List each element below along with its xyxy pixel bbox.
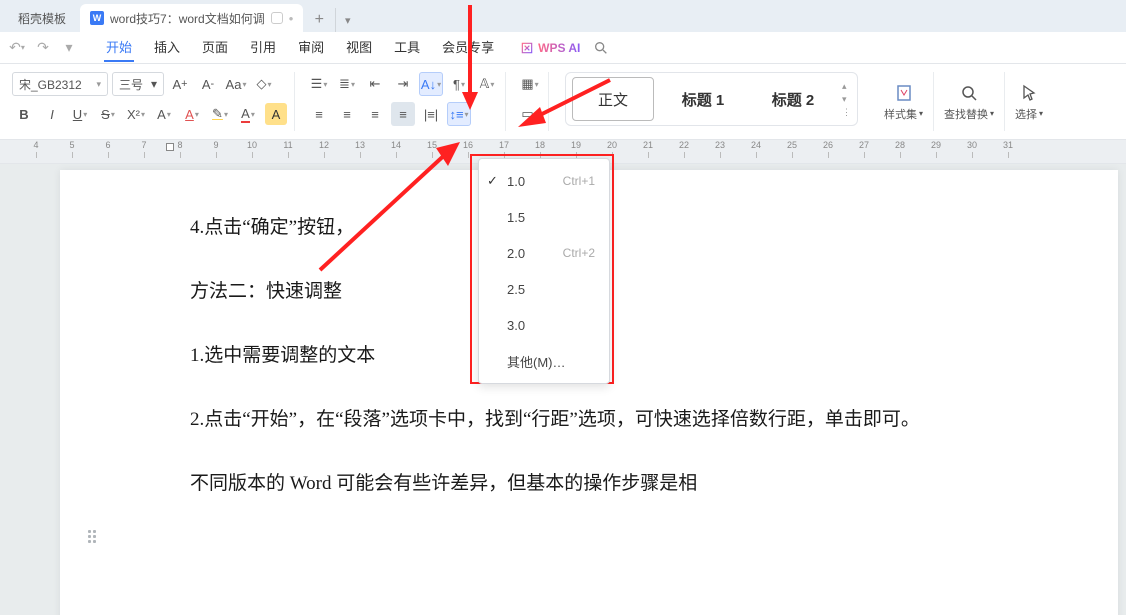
text-direction-button[interactable]: 𝔸▾ <box>475 72 499 96</box>
clear-format-button[interactable]: ◇▾ <box>252 72 276 96</box>
paragraph-mark-button[interactable]: ¶▾ <box>447 72 471 96</box>
bold-button[interactable]: B <box>12 102 36 126</box>
history-controls: ↶▾ ↷ ▾ <box>6 37 100 59</box>
word-doc-icon: W <box>90 11 104 25</box>
tab-bar: 稻壳模板 W word技巧7：word文档如何调 • + ▾ <box>0 0 1126 32</box>
sort-button[interactable]: A↓▾ <box>419 72 443 96</box>
menu-插入[interactable]: 插入 <box>152 33 182 62</box>
wps-ai-button[interactable]: WPS AI <box>520 41 580 55</box>
style-gallery[interactable]: 正文 标题 1 标题 2 ▴ ▾ ⋮ <box>565 72 858 126</box>
menu-审阅[interactable]: 审阅 <box>296 33 326 62</box>
number-list-button[interactable]: ≣▾ <box>335 72 359 96</box>
style-heading2[interactable]: 标题 2 <box>752 77 834 121</box>
superscript-button[interactable]: X²▾ <box>124 102 148 126</box>
tab-document[interactable]: W word技巧7：word文档如何调 • <box>80 4 303 32</box>
align-center-button[interactable]: ≡ <box>335 102 359 126</box>
styles-set-icon <box>893 82 915 104</box>
bullet-list-button[interactable]: ☰▾ <box>307 72 331 96</box>
borders-button[interactable]: ▭▾ <box>518 102 542 126</box>
tab-label: word技巧7：word文档如何调 <box>110 10 265 27</box>
italic-button[interactable]: I <box>40 102 64 126</box>
underline-button[interactable]: U▾ <box>68 102 92 126</box>
menu-视图[interactable]: 视图 <box>344 33 374 62</box>
style-scroll-down-icon[interactable]: ▾ <box>842 94 851 105</box>
font-group: 宋_GB2312▾ 三号▾ A+ A- Aa▾ ◇▾ B I U▾ S▾ X²▾… <box>6 72 295 131</box>
change-case-button[interactable]: Aa▾ <box>224 72 248 96</box>
tab-label: 稻壳模板 <box>18 10 66 27</box>
font-size-combo[interactable]: 三号▾ <box>112 72 164 96</box>
font-underline-color-button[interactable]: A▾ <box>236 102 260 126</box>
select-button[interactable]: 选择▾ <box>1005 72 1053 131</box>
menu-页面[interactable]: 页面 <box>200 33 230 62</box>
align-justify-button[interactable]: ≡ <box>391 102 415 126</box>
line-spacing-dropdown: ✓1.0Ctrl+11.52.0Ctrl+22.53.0其他(M)… <box>478 158 610 384</box>
customize-toolbar-button[interactable]: ▾ <box>58 37 80 59</box>
increase-indent-button[interactable]: ⇥ <box>391 72 415 96</box>
line-spacing-option[interactable]: 3.0 <box>479 307 609 343</box>
wps-ai-icon <box>520 41 534 55</box>
increase-font-button[interactable]: A+ <box>168 72 192 96</box>
align-left-button[interactable]: ≡ <box>307 102 331 126</box>
paragraph-group: ☰▾ ≣▾ ⇤ ⇥ A↓▾ ¶▾ 𝔸▾ ≡ ≡ ≡ ≡ |≡| ↕≡▾ <box>301 72 506 131</box>
tab-close-icon[interactable]: • <box>289 11 294 26</box>
strikethrough-button[interactable]: S▾ <box>96 102 120 126</box>
paragraph: 2.点击“开始”，在“段落”选项卡中，找到“行距”选项，可快速选择倍数行距，单击… <box>190 402 1028 438</box>
ribbon-toolbar: 宋_GB2312▾ 三号▾ A+ A- Aa▾ ◇▾ B I U▾ S▾ X²▾… <box>0 64 1126 140</box>
find-icon <box>958 82 980 104</box>
paragraph: 不同版本的 Word 可能会有些许差异，但基本的操作步骤是相 <box>190 466 1028 502</box>
styles-set-button[interactable]: 样式集▾ <box>874 72 934 131</box>
page-setup-group: ▦▾ ▭▾ <box>512 72 549 131</box>
find-replace-button[interactable]: 查找替换▾ <box>934 72 1005 131</box>
magnifier-icon <box>593 40 609 56</box>
cursor-icon <box>1018 82 1040 104</box>
search-button[interactable] <box>592 39 610 57</box>
tab-overflow-button[interactable]: ▾ <box>335 8 359 32</box>
ruler-left-indent-icon[interactable] <box>166 143 174 151</box>
redo-button[interactable]: ↷ <box>32 37 54 59</box>
text-effect-button[interactable]: A▾ <box>152 102 176 126</box>
style-scroll-up-icon[interactable]: ▴ <box>842 81 851 92</box>
font-name-combo[interactable]: 宋_GB2312▾ <box>12 72 108 96</box>
line-spacing-option[interactable]: 2.5 <box>479 271 609 307</box>
tab-template[interactable]: 稻壳模板 <box>8 4 76 32</box>
decrease-indent-button[interactable]: ⇤ <box>363 72 387 96</box>
shading-button[interactable]: ▦▾ <box>518 72 542 96</box>
line-spacing-option[interactable]: 2.0Ctrl+2 <box>479 235 609 271</box>
font-color-button[interactable]: A▾ <box>180 102 204 126</box>
drag-handle-icon[interactable] <box>88 530 100 542</box>
undo-button[interactable]: ↶▾ <box>6 37 28 59</box>
line-spacing-option[interactable]: ✓1.0Ctrl+1 <box>479 163 609 199</box>
highlight-color-button[interactable]: ✎▾ <box>208 102 232 126</box>
menu-引用[interactable]: 引用 <box>248 33 278 62</box>
style-heading1[interactable]: 标题 1 <box>662 77 744 121</box>
distributed-align-button[interactable]: |≡| <box>419 102 443 126</box>
style-normal[interactable]: 正文 <box>572 77 654 121</box>
decrease-font-button[interactable]: A- <box>196 72 220 96</box>
character-shading-button[interactable]: A <box>264 102 288 126</box>
new-tab-button[interactable]: + <box>307 8 331 32</box>
line-spacing-option[interactable]: 1.5 <box>479 199 609 235</box>
menu-会员专享[interactable]: 会员专享 <box>440 33 496 62</box>
align-right-button[interactable]: ≡ <box>363 102 387 126</box>
menu-工具[interactable]: 工具 <box>392 33 422 62</box>
menu-开始[interactable]: 开始 <box>104 33 134 62</box>
menu-bar: ↶▾ ↷ ▾ 开始插入页面引用审阅视图工具会员专享 WPS AI <box>0 32 1126 64</box>
style-more-icon[interactable]: ⋮ <box>842 107 851 118</box>
wps-ai-label: WPS AI <box>538 41 580 55</box>
line-spacing-button[interactable]: ↕≡▾ <box>447 102 471 126</box>
chat-bubble-icon <box>271 12 283 24</box>
line-spacing-option[interactable]: 其他(M)… <box>479 343 609 379</box>
